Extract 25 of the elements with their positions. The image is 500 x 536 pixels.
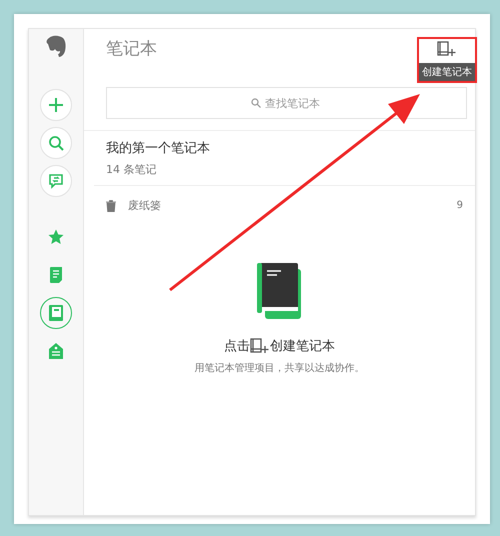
notebooks-illustration	[256, 263, 302, 319]
elephant-logo-icon	[45, 35, 67, 59]
notebook-icon	[49, 305, 63, 321]
sidebar-button[interactable]	[40, 297, 72, 329]
trash-label[interactable]: 废纸篓	[128, 198, 445, 213]
page-title: 笔记本	[106, 38, 157, 60]
empty-title-text: 创建笔记本	[270, 338, 335, 355]
empty-title-text: 点击	[224, 338, 250, 355]
star-icon	[48, 229, 64, 245]
search-field[interactable]: 查找笔记本	[106, 87, 467, 119]
chat-icon	[48, 173, 64, 189]
search-icon	[250, 98, 260, 108]
new-notebook-icon	[437, 41, 457, 57]
tooltip: 创建笔记本	[419, 63, 475, 81]
search-icon	[48, 135, 64, 151]
plus-icon	[48, 97, 64, 113]
note-icon	[50, 267, 62, 283]
empty-hint: 用笔记本管理项目，共享以达成协作。	[194, 362, 364, 375]
notebook-name: 我的第一个笔记本	[106, 140, 211, 157]
trash-count: 9	[456, 200, 463, 211]
trash-icon	[106, 200, 116, 212]
notebook-item[interactable]: 我的第一个笔记本 14 条笔记	[94, 131, 475, 186]
new-notebook-icon	[250, 338, 270, 354]
note-count: 14 条笔记	[106, 162, 158, 177]
tag-icon	[49, 343, 63, 359]
